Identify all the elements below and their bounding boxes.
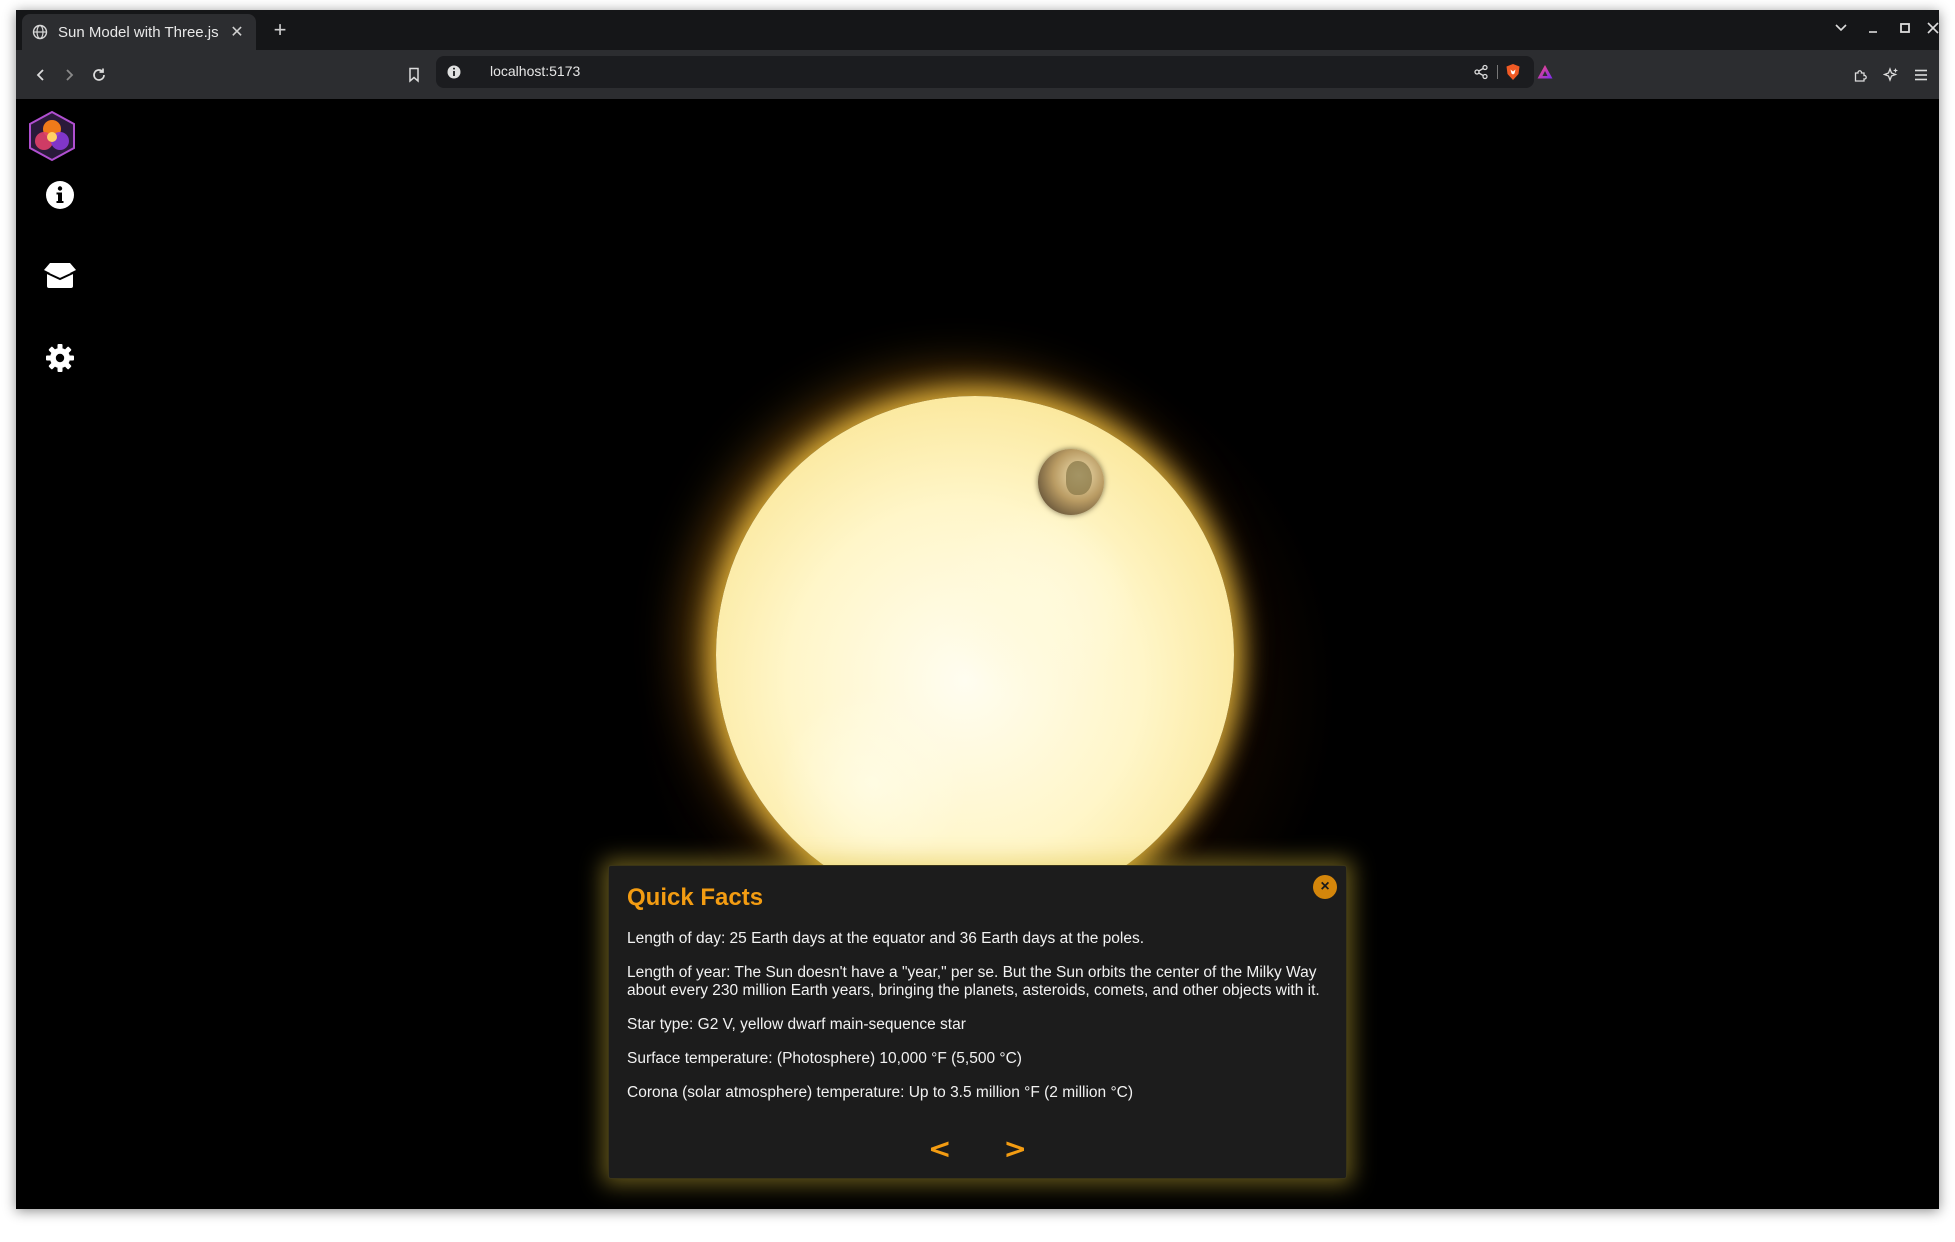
separator xyxy=(1497,65,1498,79)
extensions-icon[interactable] xyxy=(1848,62,1874,88)
info-button[interactable] xyxy=(42,177,78,213)
tab-strip: Sun Model with Three.js ✕ + xyxy=(16,10,1939,50)
bookmark-icon[interactable] xyxy=(401,62,427,88)
forward-icon[interactable] xyxy=(56,62,82,88)
fact-item: Corona (solar atmosphere) temperature: U… xyxy=(627,1084,1133,1101)
browser-toolbar: localhost:5173 xyxy=(16,50,1939,99)
share-icon[interactable] xyxy=(1473,64,1489,80)
box-icon xyxy=(42,260,78,290)
fact-item: Length of day: 25 Earth days at the equa… xyxy=(627,930,1145,947)
menu-icon[interactable] xyxy=(1908,62,1934,88)
browser-window: Sun Model with Three.js ✕ + localhost:51… xyxy=(16,10,1939,1209)
fact-item: Length of year: The Sun doesn't have a "… xyxy=(627,964,1320,999)
box-button[interactable] xyxy=(42,257,78,293)
close-window-icon[interactable] xyxy=(1926,20,1939,42)
leo-ai-icon[interactable] xyxy=(1878,62,1904,88)
app-logo[interactable] xyxy=(26,110,78,162)
brave-shield-icon[interactable] xyxy=(1504,63,1522,81)
tab-close-icon[interactable]: ✕ xyxy=(228,22,246,42)
tab-list-chevron-icon[interactable] xyxy=(1830,20,1852,42)
close-panel-button[interactable]: × xyxy=(1313,875,1337,899)
tab-title: Sun Model with Three.js xyxy=(58,23,219,41)
url-text: localhost:5173 xyxy=(490,63,581,79)
next-fact-button[interactable]: > xyxy=(998,1134,1033,1164)
brave-rewards-icon[interactable] xyxy=(1536,63,1554,81)
back-icon[interactable] xyxy=(28,62,54,88)
earth-landmass xyxy=(1066,461,1092,495)
site-info-icon[interactable] xyxy=(446,64,462,80)
previous-fact-button[interactable]: < xyxy=(922,1134,957,1164)
address-bar[interactable]: localhost:5173 xyxy=(436,56,1553,88)
sun-sphere xyxy=(716,396,1234,914)
settings-button[interactable] xyxy=(42,340,78,376)
fact-item: Star type: G2 V, yellow dwarf main-seque… xyxy=(627,1016,966,1033)
globe-icon xyxy=(32,24,48,40)
earth-sphere xyxy=(1038,449,1104,515)
fact-item: Surface temperature: (Photosphere) 10,00… xyxy=(627,1050,1022,1067)
three-canvas[interactable]: Quick Facts × Length of day: 25 Earth da… xyxy=(16,99,1939,1209)
quick-facts-title: Quick Facts xyxy=(627,884,764,911)
maximize-icon[interactable] xyxy=(1894,20,1916,42)
new-tab-icon[interactable]: + xyxy=(268,18,292,42)
facts-pagination: < > xyxy=(609,1134,1346,1164)
info-icon xyxy=(45,180,75,210)
quick-facts-panel: Quick Facts × Length of day: 25 Earth da… xyxy=(608,865,1347,1179)
reload-icon[interactable] xyxy=(86,62,112,88)
gear-icon xyxy=(45,343,75,373)
browser-tab[interactable]: Sun Model with Three.js ✕ xyxy=(22,14,256,50)
minimize-icon[interactable] xyxy=(1862,20,1884,42)
